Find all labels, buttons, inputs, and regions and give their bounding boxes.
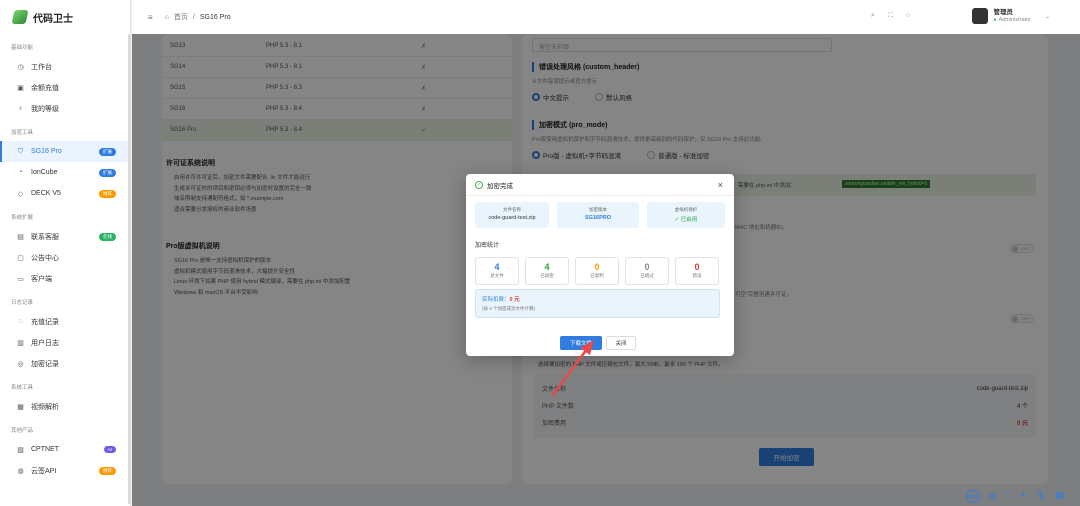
float-tool-icon[interactable]: °, (1006, 490, 1012, 503)
ipv6-badge: IPV6 (966, 490, 980, 503)
annotation-arrow (550, 340, 594, 397)
floating-toolbar: IPV6 中 °, ⌖ 🎙 ▦ (966, 490, 1064, 503)
float-tool-icon[interactable]: 中 (988, 490, 997, 503)
float-tool-icon[interactable]: ⌖ (1021, 490, 1026, 503)
float-tool-icon[interactable]: 🎙 (1035, 490, 1046, 503)
float-tool-icon[interactable]: ▦ (1055, 490, 1064, 503)
